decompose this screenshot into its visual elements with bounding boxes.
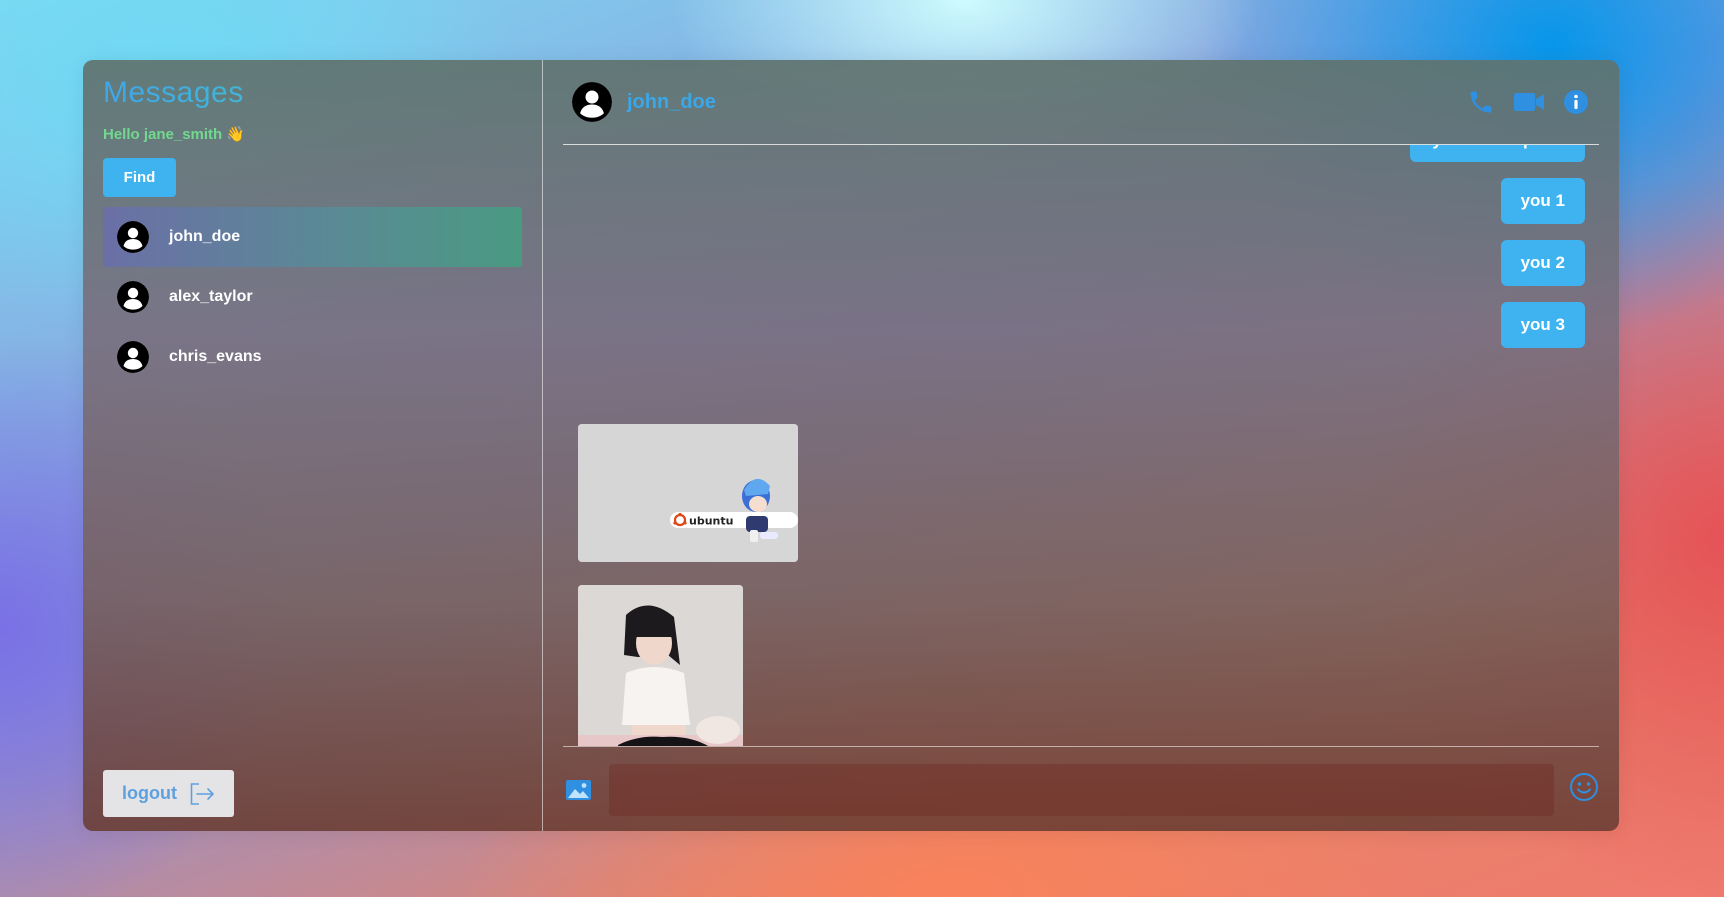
user-icon xyxy=(117,221,149,253)
video-camera-icon[interactable] xyxy=(1513,90,1545,114)
photo-image xyxy=(578,585,743,746)
peer-name: john_doe xyxy=(627,90,716,113)
contact-name: alex_taylor xyxy=(169,288,253,305)
messenger-window: Messages Hello jane_smith 👋 Find john_do… xyxy=(83,60,1619,831)
sticker-text: ubuntu xyxy=(689,515,733,528)
chat-header: john_doe xyxy=(563,60,1599,145)
header-actions xyxy=(1467,88,1599,116)
contact-name: chris_evans xyxy=(169,348,262,365)
info-icon[interactable] xyxy=(1563,89,1589,115)
avatar xyxy=(117,281,149,313)
contact-item-chris-evans[interactable]: chris_evans xyxy=(103,327,522,387)
peer-avatar xyxy=(572,82,612,122)
message-bubble-sent: you are stupid 4 xyxy=(1410,145,1585,162)
image-upload-icon[interactable] xyxy=(565,779,592,801)
message-composer xyxy=(563,746,1599,831)
user-icon xyxy=(117,341,149,373)
find-button[interactable]: Find xyxy=(103,158,176,197)
image-message-ubuntu-sticker[interactable]: ubuntu xyxy=(578,424,798,562)
message-input[interactable] xyxy=(609,763,1554,816)
contact-item-alex-taylor[interactable]: alex_taylor xyxy=(103,267,522,327)
avatar xyxy=(117,341,149,373)
avatar xyxy=(117,221,149,253)
logout-button[interactable]: logout xyxy=(103,770,234,817)
ubuntu-sticker-image: ubuntu xyxy=(578,424,798,562)
phone-icon[interactable] xyxy=(1467,88,1495,116)
message-bubble-sent: you 2 xyxy=(1500,240,1585,286)
logout-label: logout xyxy=(122,783,177,803)
logout-icon xyxy=(190,782,214,805)
user-icon xyxy=(572,82,612,122)
contact-list: john_doe alex_taylor chris_evans xyxy=(103,207,522,387)
message-bubble-sent: you 3 xyxy=(1500,302,1585,348)
emoji-icon[interactable] xyxy=(1569,772,1599,807)
page-title: Messages xyxy=(103,74,522,112)
image-message-photo[interactable] xyxy=(578,585,743,746)
contact-name: john_doe xyxy=(169,228,241,245)
chat-panel: john_doe you 1 you 2 you 3 ubuntu xyxy=(543,60,1619,831)
greeting: Hello jane_smith 👋 xyxy=(103,126,246,143)
user-icon xyxy=(117,281,149,313)
message-list: you are stupid 4 you 1 you 2 you 3 ubunt… xyxy=(563,145,1599,746)
contact-item-john-doe[interactable]: john_doe xyxy=(103,207,522,267)
sidebar: Messages Hello jane_smith 👋 Find john_do… xyxy=(83,60,543,831)
message-bubble-sent: you 1 xyxy=(1500,178,1585,224)
